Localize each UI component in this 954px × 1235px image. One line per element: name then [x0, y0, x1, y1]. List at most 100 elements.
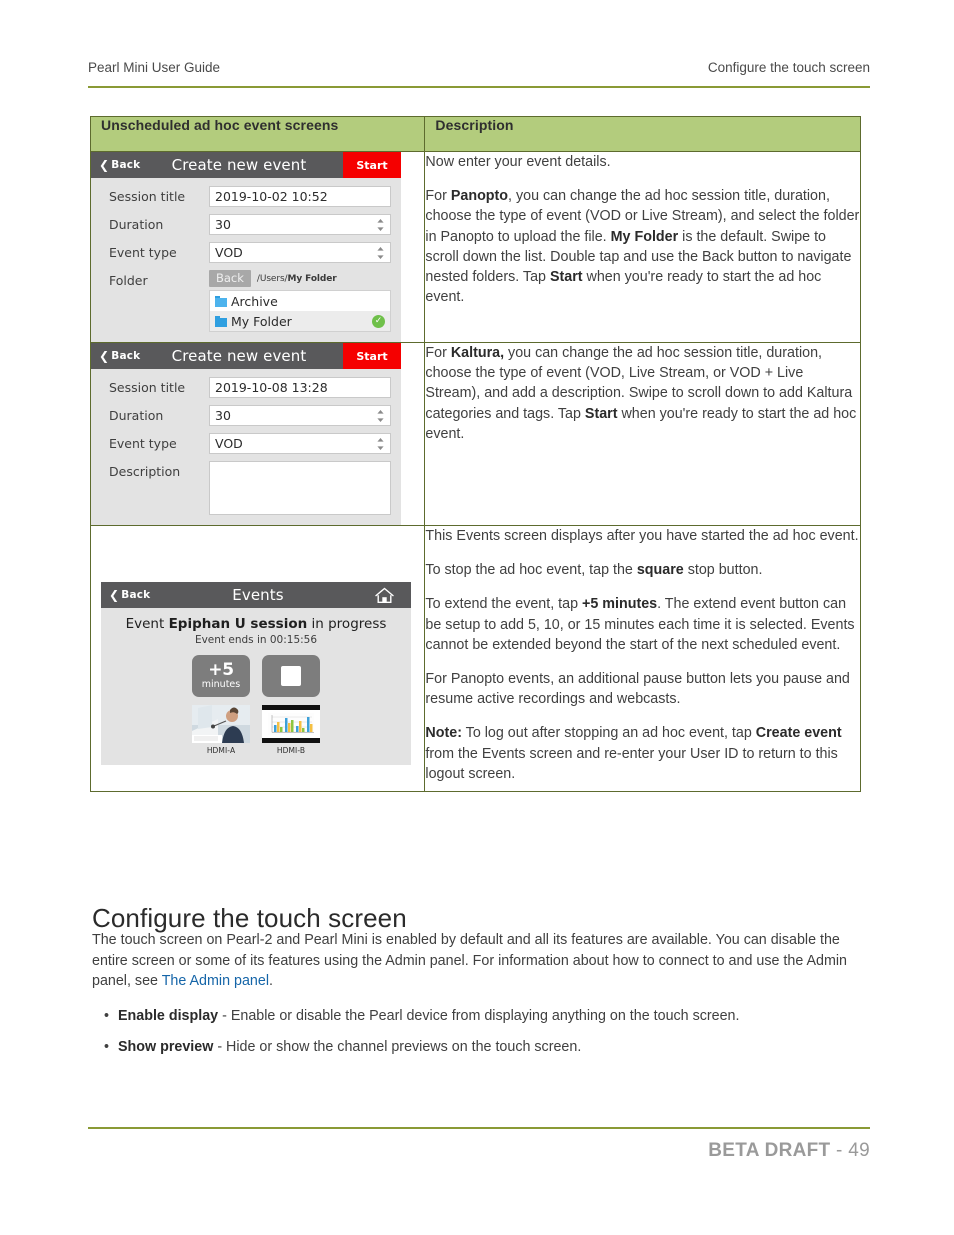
screen-titlebar: ❮ Back Create new event Start	[91, 343, 401, 369]
table-row: ❮ Back Events Event Epiphan U session in…	[89, 525, 861, 792]
description-note: Note: To log out after stopping an ad ho…	[425, 725, 842, 782]
event-type-label: Event type	[109, 245, 177, 260]
description-cell-events: This Events screen displays after you ha…	[424, 525, 861, 792]
description-textarea[interactable]	[209, 461, 391, 515]
field-row-description: Description	[101, 461, 391, 515]
create-event-form: Session title 2019-10-08 13:28 Duration …	[91, 369, 401, 525]
extend-event-button[interactable]: +5 minutes	[192, 655, 250, 697]
screen-titlebar: ❮ Back Events	[101, 582, 411, 608]
folder-label: Folder	[109, 273, 148, 288]
field-row-session-title: Session title 2019-10-08 13:28	[101, 377, 391, 398]
session-title-input[interactable]: 2019-10-02 10:52	[209, 186, 391, 207]
bullet-description: - Hide or show the channel previews on t…	[213, 1039, 582, 1056]
screenshot-cell-panopto: ❮ Back Create new event Start Session ti…	[89, 151, 426, 343]
description-paragraph: This Events screen displays after you ha…	[425, 528, 859, 544]
channel-previews: HDMI-A HDMI-B	[101, 705, 411, 755]
folder-picker: Back /Users/My Folder Archive My Folder …	[209, 270, 391, 332]
field-row-folder: Folder Back /Users/My Folder Archive My …	[101, 270, 391, 332]
session-title-label: Session title	[109, 189, 186, 204]
description-paragraph: Now enter your event details.	[425, 154, 611, 170]
folder-path-prefix: /Users/	[256, 273, 288, 284]
footer-separator: -	[830, 1140, 849, 1161]
footer-divider	[88, 1127, 870, 1129]
stop-event-button[interactable]	[262, 655, 320, 697]
folder-icon	[215, 315, 228, 327]
chevron-left-icon: ❮	[99, 158, 110, 172]
admin-panel-link[interactable]: The Admin panel	[162, 973, 269, 989]
stepper-icon[interactable]	[376, 246, 385, 260]
list-item: Show preview - Hide or show the channel …	[104, 1037, 858, 1058]
event-type-select[interactable]: VOD	[209, 433, 391, 454]
start-button[interactable]: Start	[343, 152, 401, 178]
bullet-term: Show preview	[118, 1039, 214, 1056]
stepper-icon[interactable]	[376, 437, 385, 451]
field-row-event-type: Event type VOD	[101, 242, 391, 263]
session-title-label: Session title	[109, 380, 186, 395]
extend-unit: minutes	[201, 679, 241, 690]
duration-input[interactable]: 30	[209, 405, 391, 426]
folder-picker-breadcrumb: Back /Users/My Folder	[209, 270, 391, 287]
field-row-duration: Duration 30	[101, 214, 391, 235]
description-cell-kaltura: For Kaltura, you can change the ad hoc s…	[424, 342, 861, 526]
list-item: Enable display - Enable or disable the P…	[104, 1006, 858, 1027]
event-line-prefix: Event	[125, 616, 169, 632]
folder-name: Archive	[231, 293, 278, 309]
screen-title: Create new event	[171, 156, 307, 174]
stepper-icon[interactable]	[376, 218, 385, 232]
bullet-term: Enable display	[118, 1007, 219, 1024]
extend-amount: +5	[208, 660, 234, 680]
preview-thumbnail	[192, 705, 250, 743]
folder-icon	[215, 295, 228, 307]
section-body: The touch screen on Pearl-2 and Pearl Mi…	[92, 930, 858, 1069]
folder-back-button[interactable]: Back	[209, 270, 251, 287]
description-paragraph: To extend the event, tap +5 minutes. The…	[425, 596, 855, 653]
description-label: Description	[109, 464, 181, 479]
event-type-select[interactable]: VOD	[209, 242, 391, 263]
header-left-title: Pearl Mini User Guide	[88, 60, 221, 75]
screenshot-cell-events: ❮ Back Events Event Epiphan U session in…	[89, 525, 426, 792]
back-button-label: Back	[121, 589, 151, 601]
start-button[interactable]: Start	[343, 343, 401, 369]
running-header: Pearl Mini User Guide Configure the touc…	[88, 60, 870, 75]
list-item[interactable]: Archive	[210, 291, 390, 311]
folder-path: /Users/My Folder	[257, 274, 337, 284]
field-row-event-type: Event type VOD	[101, 433, 391, 454]
table-row: ❮ Back Create new event Start Session ti…	[89, 342, 861, 526]
event-status-line: Event Epiphan U session in progress	[101, 616, 411, 632]
preview-thumbnail	[262, 705, 320, 743]
stop-square-icon	[281, 666, 301, 686]
home-icon[interactable]	[357, 582, 411, 608]
session-title-input[interactable]: 2019-10-08 13:28	[209, 377, 391, 398]
event-type-value: VOD	[215, 436, 243, 451]
channel-preview-hdmi-b[interactable]: HDMI-B	[262, 705, 320, 755]
duration-input[interactable]: 30	[209, 214, 391, 235]
stepper-icon[interactable]	[376, 409, 385, 423]
column-header-description: Description	[424, 116, 861, 152]
field-row-session-title: Session title 2019-10-02 10:52	[101, 186, 391, 207]
duration-value: 30	[215, 217, 231, 232]
description-paragraph: To stop the ad hoc event, tap the square…	[425, 562, 763, 579]
field-row-duration: Duration 30	[101, 405, 391, 426]
paragraph-text-after-link: .	[269, 973, 273, 990]
screenshot-cell-kaltura: ❮ Back Create new event Start Session ti…	[89, 342, 426, 526]
channel-caption: HDMI-A	[206, 746, 236, 755]
chevron-left-icon: ❮	[109, 588, 120, 602]
bullet-description: - Enable or disable the Pearl device fro…	[218, 1007, 740, 1024]
duration-label: Duration	[109, 217, 164, 232]
channel-preview-hdmi-a[interactable]: HDMI-A	[192, 705, 250, 755]
screen-titlebar: ❮ Back Create new event Start	[91, 152, 401, 178]
column-header-screens: Unscheduled ad hoc event screens	[89, 116, 426, 152]
folder-name: My Folder	[231, 313, 292, 329]
description-paragraph: For Panopto, you can change the ad hoc s…	[425, 188, 860, 306]
channel-caption: HDMI-B	[276, 746, 306, 755]
check-icon: ✓	[372, 314, 385, 328]
screen-title: Create new event	[171, 347, 307, 365]
back-button[interactable]: ❮ Back	[101, 582, 159, 608]
header-right-title: Configure the touch screen	[707, 60, 870, 75]
list-item[interactable]: My Folder ✓	[210, 311, 390, 331]
section-paragraph: The touch screen on Pearl-2 and Pearl Mi…	[92, 930, 858, 992]
duration-label: Duration	[109, 408, 164, 423]
device-screen-events: ❮ Back Events Event Epiphan U session in…	[101, 582, 411, 765]
events-body: Event Epiphan U session in progress Even…	[101, 608, 411, 765]
feature-bullet-list: Enable display - Enable or disable the P…	[92, 1006, 858, 1058]
